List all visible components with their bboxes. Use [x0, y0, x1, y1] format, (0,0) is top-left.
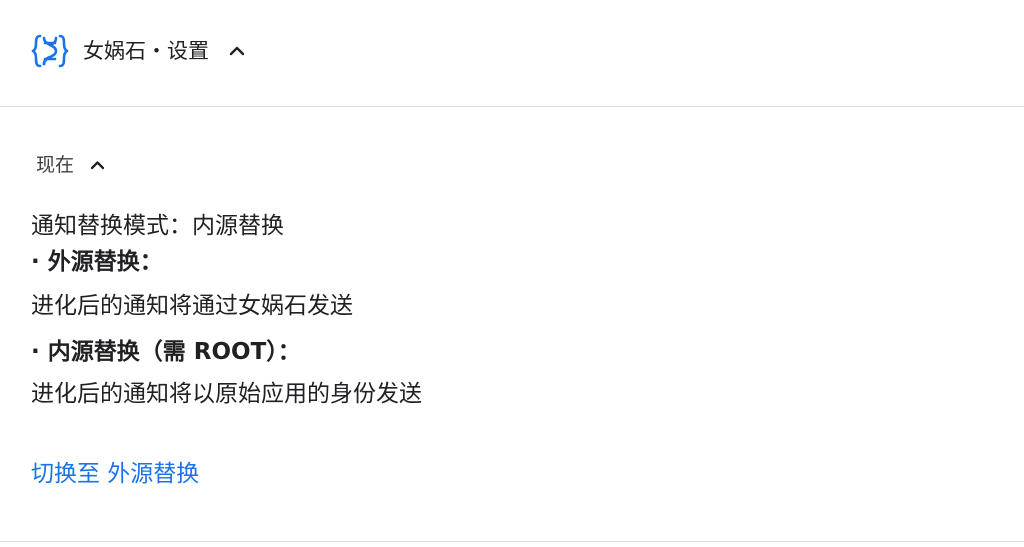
switch-mode-button[interactable]: 切换至 外源替换: [31, 459, 199, 489]
notification-body: 现在 通知替换模式：内源替换 · 外源替换： 进化后的通知将通过女娲石发送 · …: [0, 108, 1024, 542]
mode-status-text: 通知替换模式：内源替换: [31, 213, 284, 239]
chevron-up-icon[interactable]: [228, 42, 246, 60]
header-title: 女娲石・设置: [83, 39, 209, 63]
timestamp-label: 现在: [36, 154, 75, 176]
chevron-up-icon[interactable]: [89, 157, 106, 174]
inner-replace-description: 进化后的通知将以原始应用的身份发送: [31, 381, 422, 407]
inner-replace-heading: · 内源替换（需 ROOT）：: [31, 339, 301, 365]
outer-replace-heading: · 外源替换：: [31, 249, 163, 275]
dna-braces-icon: [31, 32, 69, 70]
outer-replace-description: 进化后的通知将通过女娲石发送: [31, 293, 353, 319]
notification-header[interactable]: 女娲石・设置: [0, 0, 1024, 107]
